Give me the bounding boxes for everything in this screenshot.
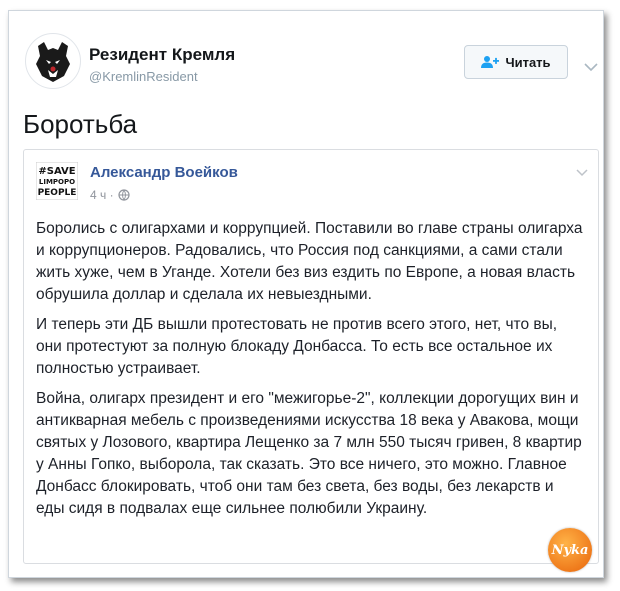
tweet-text: Боротьба bbox=[23, 109, 138, 139]
svg-text:LIMPOPO: LIMPOPO bbox=[39, 178, 75, 186]
facebook-embed[interactable]: #SAVE LIMPOPO PEOPLE Александр Воейков 4… bbox=[23, 149, 599, 564]
author-name[interactable]: Резидент Кремля bbox=[89, 45, 235, 65]
follow-label: Читать bbox=[505, 54, 551, 70]
globe-icon bbox=[117, 189, 130, 201]
post-time[interactable]: 4 ч · bbox=[90, 188, 114, 202]
author-avatar[interactable] bbox=[25, 33, 81, 89]
save-limpopo-logo[interactable]: #SAVE LIMPOPO PEOPLE bbox=[35, 161, 79, 201]
svg-text:PEOPLE: PEOPLE bbox=[38, 188, 77, 198]
follow-button[interactable]: Читать bbox=[464, 45, 568, 79]
watermark-text: Nyka bbox=[551, 542, 589, 558]
author-handle[interactable]: @KremlinResident bbox=[89, 69, 198, 84]
chevron-down-icon[interactable] bbox=[584, 59, 598, 77]
embed-author-name[interactable]: Александр Воейков bbox=[90, 164, 238, 181]
embed-chevron-down-icon[interactable] bbox=[576, 164, 588, 182]
nyka-watermark-logo: Nyka bbox=[548, 528, 592, 572]
post-paragraph-1: Боролись с олигархами и коррупцией. Пост… bbox=[36, 220, 583, 303]
post-paragraph-3: Война, олигарх президент и его "межигорь… bbox=[36, 390, 582, 517]
tweet-card: Резидент Кремля @KremlinResident Читать … bbox=[8, 10, 604, 578]
add-user-icon bbox=[481, 56, 500, 68]
embed-meta: 4 ч · bbox=[90, 188, 130, 202]
post-body: Боролись с олигархами и коррупцией. Пост… bbox=[36, 218, 586, 528]
svg-text:#SAVE: #SAVE bbox=[38, 166, 75, 177]
post-paragraph-2: И теперь эти ДБ вышли протестовать не пр… bbox=[36, 316, 558, 377]
bear-logo-icon bbox=[27, 35, 79, 87]
